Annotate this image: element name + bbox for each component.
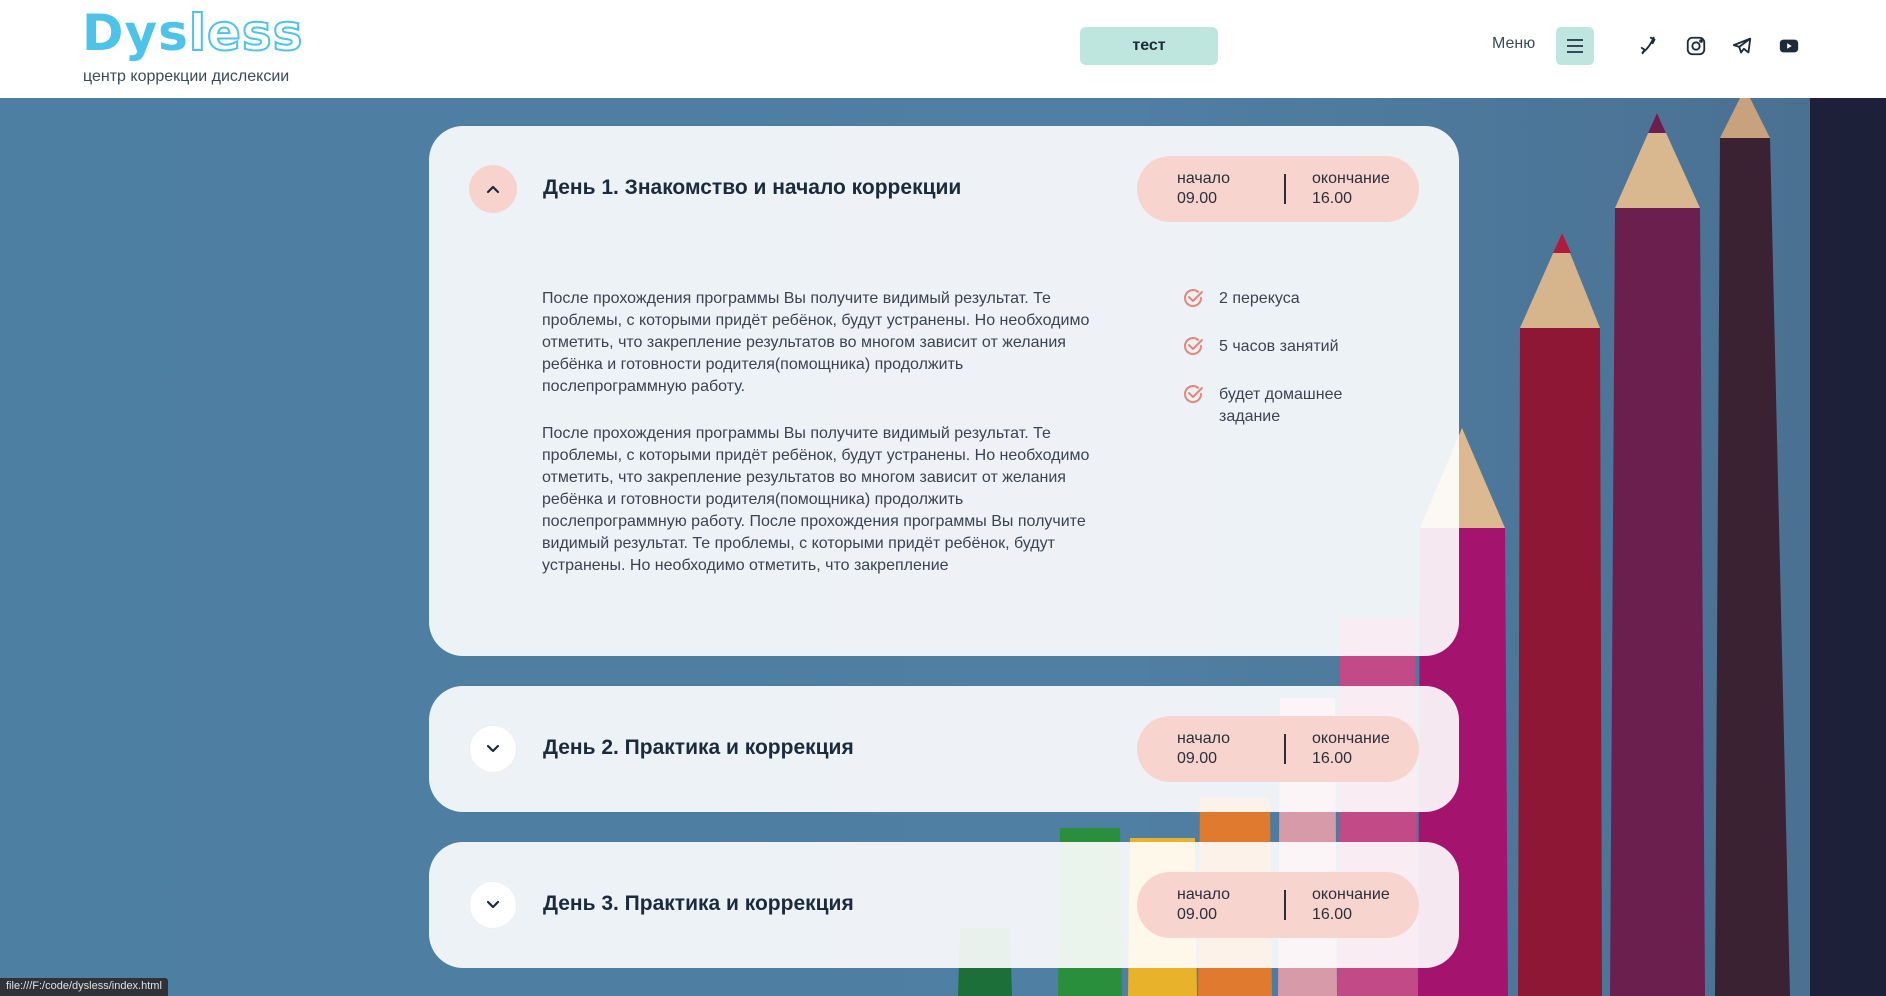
day-card-1: День 1. Знакомство и начало коррекции на…: [429, 126, 1459, 656]
tagline: центр коррекции дислексии: [83, 68, 290, 85]
hamburger-icon-line: [1567, 39, 1583, 41]
day-title[interactable]: День 3. Практика и коррекция: [543, 892, 854, 916]
feature-text: 2 перекуса: [1219, 290, 1300, 307]
start-label: начало: [1177, 170, 1231, 187]
day-description-2: После прохождения программы Вы получите …: [542, 425, 1090, 574]
start-label: начало: [1177, 730, 1231, 747]
end-time: окончание 16.00: [1286, 885, 1419, 925]
feature-text: 5 часов занятий: [1219, 338, 1339, 355]
end-value: 16.00: [1312, 190, 1353, 207]
instagram-icon[interactable]: [1684, 34, 1708, 58]
menu-button[interactable]: [1556, 27, 1594, 65]
end-time: окончание 16.00: [1286, 169, 1419, 209]
test-button[interactable]: тест: [1080, 27, 1218, 65]
day-title[interactable]: День 2. Практика и коррекция: [543, 736, 854, 760]
hamburger-icon-line: [1567, 51, 1583, 53]
start-time: начало 09.00: [1137, 885, 1284, 925]
menu-label[interactable]: Меню: [1492, 35, 1535, 53]
logo[interactable]: Dysless: [82, 7, 303, 59]
start-label: начало: [1177, 886, 1231, 903]
feature-list: 2 перекуса 5 часов занятий будет домашне…: [1181, 286, 1421, 452]
time-badge: начало 09.00 окончание 16.00: [1137, 716, 1419, 782]
feature-text: будет домашнее задание: [1219, 386, 1343, 425]
start-time: начало 09.00: [1137, 729, 1284, 769]
day-title[interactable]: День 1. Знакомство и начало коррекции: [543, 176, 961, 200]
start-time: начало 09.00: [1137, 169, 1284, 209]
day-description-1: После прохождения программы Вы получите …: [542, 290, 1090, 395]
start-value: 09.00: [1177, 906, 1218, 923]
end-label: окончание: [1312, 730, 1390, 747]
check-circle-icon: [1184, 337, 1203, 355]
time-badge: начало 09.00 окончание 16.00: [1137, 156, 1419, 222]
check-circle-icon: [1184, 385, 1203, 403]
start-value: 09.00: [1177, 750, 1218, 767]
time-badge: начало 09.00 окончание 16.00: [1137, 872, 1419, 938]
expand-button[interactable]: [469, 881, 517, 929]
end-value: 16.00: [1312, 906, 1353, 923]
chevron-up-icon: [486, 185, 500, 194]
chevron-down-icon: [486, 900, 500, 909]
chevron-down-icon: [486, 744, 500, 753]
phone-icon[interactable]: [1637, 34, 1661, 58]
check-circle-icon: [1184, 289, 1203, 307]
site-header: Dysless центр коррекции дислексии тест М…: [0, 0, 1886, 98]
feature-item: 5 часов занятий: [1181, 334, 1421, 358]
end-label: окончание: [1312, 886, 1390, 903]
day-card-3[interactable]: День 3. Практика и коррекция начало 09.0…: [429, 842, 1459, 968]
feature-item: 2 перекуса: [1181, 286, 1421, 310]
start-value: 09.00: [1177, 190, 1218, 207]
end-time: окончание 16.00: [1286, 729, 1419, 769]
end-value: 16.00: [1312, 750, 1353, 767]
status-bar-url: file:///F:/code/dysless/index.html: [0, 978, 168, 996]
telegram-icon[interactable]: [1730, 34, 1754, 58]
expand-button[interactable]: [469, 725, 517, 773]
collapse-button[interactable]: [469, 165, 517, 213]
feature-item: будет домашнее задание: [1181, 382, 1421, 428]
youtube-icon[interactable]: [1777, 34, 1801, 58]
end-label: окончание: [1312, 170, 1390, 187]
logo-part-solid: Dys: [82, 4, 189, 62]
day-card-2[interactable]: День 2. Практика и коррекция начало 09.0…: [429, 686, 1459, 812]
hamburger-icon-line: [1567, 45, 1583, 47]
logo-part-outline: less: [188, 4, 304, 62]
